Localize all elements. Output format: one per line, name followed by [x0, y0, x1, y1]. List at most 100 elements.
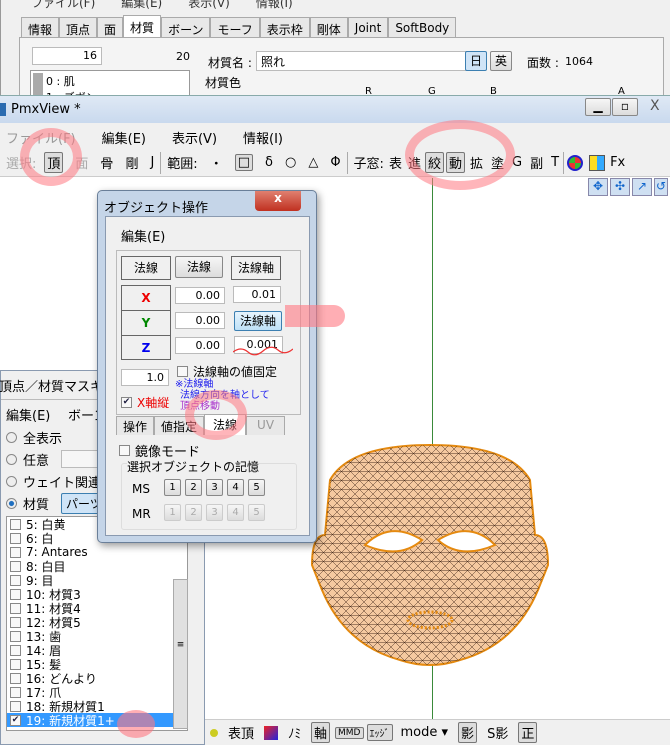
mr-slot-button[interactable]: 3	[206, 504, 223, 521]
material-name-field[interactable]: 照れ	[256, 51, 478, 71]
menu-file[interactable]: ファイル(F)	[31, 0, 95, 10]
ms-slot-button[interactable]: 4	[227, 479, 244, 496]
rotate-icon[interactable]: ↗	[632, 178, 652, 196]
item-checkbox[interactable]	[10, 644, 21, 656]
z-value-field[interactable]: 0.00	[175, 337, 225, 354]
menu-view[interactable]: 表示(V)	[172, 132, 217, 147]
select-joint-button[interactable]: J	[150, 155, 154, 170]
y-value-field[interactable]: 0.00	[175, 312, 225, 329]
item-checkbox[interactable]	[10, 700, 21, 712]
english-button[interactable]: 英	[490, 51, 512, 71]
japanese-button[interactable]: 日	[465, 51, 487, 71]
tab-face[interactable]: 面	[97, 17, 124, 37]
tab-uv[interactable]: UV	[246, 416, 286, 435]
ms-slot-button[interactable]: 2	[185, 479, 202, 496]
mr-slot-button[interactable]: 4	[227, 504, 244, 521]
item-checkbox[interactable]	[10, 686, 21, 698]
menu-info[interactable]: 情報(I)	[243, 132, 283, 147]
axis-toggle[interactable]: 軸	[311, 722, 331, 743]
material-list-item[interactable]: ✔ 19: 新規材質1+	[7, 713, 187, 728]
normal-axis-button[interactable]: 法線軸	[234, 311, 282, 331]
mr-slot-button[interactable]: 5	[248, 504, 265, 521]
child-table-button[interactable]: 表	[389, 153, 402, 172]
range-phi-button[interactable]: Φ	[330, 155, 340, 170]
axis-gizmo-icon[interactable]	[567, 154, 584, 171]
tab-material[interactable]: 材質	[123, 15, 162, 37]
menu-edit[interactable]: 編集(E)	[102, 132, 146, 147]
color-swatch[interactable]	[264, 725, 279, 740]
dialog-title: オブジェクト操作	[104, 201, 209, 216]
show-vertex-toggle[interactable]: 表頂	[228, 723, 254, 742]
grid-icon[interactable]	[589, 154, 606, 171]
list-item[interactable]: 0 : 肌	[33, 73, 187, 89]
range-rect-button[interactable]: □	[234, 154, 253, 171]
item-checkbox[interactable]	[10, 588, 21, 600]
mr-slot-button[interactable]: 2	[185, 504, 202, 521]
select-rigid-button[interactable]: 剛	[125, 153, 138, 172]
tab-morph[interactable]: モーフ	[210, 17, 260, 37]
axis-value-field-1[interactable]: 0.01	[233, 286, 281, 303]
range-point-button[interactable]: ・	[210, 153, 223, 172]
tab-bone[interactable]: ボーン	[161, 17, 211, 37]
scale-field[interactable]: 1.0	[121, 369, 169, 386]
maximize-button[interactable]: ▫	[612, 98, 638, 116]
tab-vertex[interactable]: 頂点	[59, 17, 98, 37]
menu-edit[interactable]: 編集(E)	[6, 405, 50, 424]
item-checkbox[interactable]	[10, 518, 21, 530]
front-view-button[interactable]: 正	[518, 722, 538, 743]
shadow-toggle[interactable]: 影	[458, 722, 478, 743]
mode-dropdown[interactable]: mode ▾	[401, 725, 449, 740]
edge-toggle[interactable]: ｴｯｼﾞ	[366, 724, 393, 741]
item-checkbox[interactable]	[10, 616, 21, 628]
normal-button[interactable]: 法線	[175, 256, 223, 278]
x-vertical-checkbox[interactable]: ✔ X軸縦	[121, 394, 169, 411]
axis-y: Y	[122, 311, 170, 336]
tab-info[interactable]: 情報	[21, 17, 60, 37]
item-checkbox[interactable]	[10, 532, 21, 544]
item-checkbox[interactable]	[10, 560, 21, 572]
mode-label: mode	[400, 725, 438, 740]
move-icon[interactable]: ✣	[610, 178, 630, 196]
item-checkbox[interactable]	[10, 602, 21, 614]
item-checkbox[interactable]	[10, 672, 21, 684]
tab-softbody[interactable]: SoftBody	[388, 17, 457, 37]
item-checkbox[interactable]	[10, 546, 21, 558]
fx-button[interactable]: Fx	[610, 155, 625, 170]
scrollbar[interactable]: ≡	[173, 579, 188, 729]
ms-slot-button[interactable]: 3	[206, 479, 223, 496]
menu-edit[interactable]: 編集(E)	[121, 226, 165, 245]
orbit-icon[interactable]: ↺	[654, 178, 668, 196]
tab-display-frame[interactable]: 表示枠	[259, 17, 310, 37]
mmd-toggle[interactable]: MMD	[335, 726, 364, 739]
self-shadow-toggle[interactable]: S影	[487, 723, 508, 742]
select-bone-button[interactable]: 骨	[100, 153, 113, 172]
item-checkbox[interactable]	[10, 630, 21, 642]
fix-axis-checkbox[interactable]: 法線軸の値固定	[177, 363, 277, 380]
item-checkbox[interactable]: ✔	[10, 714, 21, 726]
ms-slot-button[interactable]: 1	[164, 479, 181, 496]
index-field[interactable]: 16	[32, 47, 102, 65]
tab-rigid[interactable]: 剛体	[309, 17, 348, 37]
x-value-field[interactable]: 0.00	[175, 287, 225, 304]
move-xy-icon[interactable]: ✥	[588, 178, 608, 196]
tab-operation[interactable]: 操作	[116, 416, 155, 435]
ms-slot-button[interactable]: 5	[248, 479, 265, 496]
menu-view[interactable]: 表示(V)	[188, 0, 230, 10]
item-checkbox[interactable]	[10, 574, 21, 586]
mr-slot-button[interactable]: 1	[164, 504, 181, 521]
range-delta-button[interactable]: δ	[265, 155, 273, 170]
tab-joint[interactable]: Joint	[347, 17, 389, 37]
range-circle-button[interactable]: ○	[285, 155, 296, 170]
menu-edit[interactable]: 編集(E)	[121, 0, 162, 10]
nomi-toggle[interactable]: ﾉﾐ	[288, 723, 301, 742]
minimize-button[interactable]: ▁	[585, 98, 611, 116]
close-button[interactable]: X	[650, 98, 660, 114]
child-t-button[interactable]: T	[551, 155, 559, 170]
close-button[interactable]: x	[255, 191, 301, 211]
menu-info[interactable]: 情報(I)	[256, 0, 293, 10]
range-triangle-button[interactable]: △	[308, 155, 318, 170]
child-sub-button[interactable]: 副	[530, 153, 543, 172]
face-mesh[interactable]	[310, 440, 550, 680]
item-checkbox[interactable]	[10, 658, 21, 670]
light-icon[interactable]	[210, 728, 218, 737]
